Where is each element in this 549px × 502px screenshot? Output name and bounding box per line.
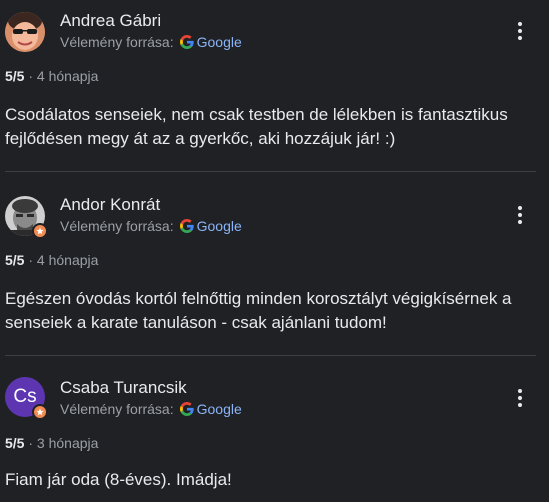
avatar-photo xyxy=(5,12,45,52)
review-card: Andrea Gábri Vélemény forrása: Google 5/… xyxy=(0,0,549,170)
review-source: Vélemény forrása: Google xyxy=(60,34,242,50)
google-link[interactable]: Google xyxy=(197,218,242,234)
review-age: 4 hónapja xyxy=(36,68,99,84)
dot-icon xyxy=(518,29,522,33)
rating-line: 5/5 · 3 hónapja xyxy=(5,435,98,451)
rating-line: 5/5 · 4 hónapja xyxy=(5,252,98,268)
dot-icon xyxy=(518,220,522,224)
review-age: 3 hónapja xyxy=(36,435,99,451)
review-card: Andor Konrát Vélemény forrása: Google 5/… xyxy=(0,184,549,354)
google-link[interactable]: Google xyxy=(197,34,242,50)
separator: · xyxy=(28,435,37,451)
reviewer-name[interactable]: Csaba Turancsik xyxy=(60,378,187,398)
reviewer-name[interactable]: Andor Konrát xyxy=(60,195,160,215)
local-guide-badge xyxy=(32,223,48,239)
source-label: Vélemény forrása: xyxy=(60,401,174,417)
divider xyxy=(5,355,536,356)
review-text: Csodálatos senseiek, nem csak testben de… xyxy=(5,105,508,148)
rating-score: 5/5 xyxy=(5,68,25,84)
rating-line: 5/5 · 4 hónapja xyxy=(5,68,98,84)
google-g-icon xyxy=(179,402,194,416)
avatar[interactable] xyxy=(5,12,45,52)
dot-icon xyxy=(518,36,522,40)
star-icon xyxy=(36,408,44,416)
local-guide-badge xyxy=(32,404,48,420)
avatar-initials-text: Cs xyxy=(13,386,37,407)
separator: · xyxy=(28,252,37,268)
more-options-button[interactable] xyxy=(508,386,532,410)
review-card: Cs Csaba Turancsik Vélemény forrása: Goo… xyxy=(0,368,549,502)
more-options-button[interactable] xyxy=(508,203,532,227)
dot-icon xyxy=(518,206,522,210)
dot-icon xyxy=(518,396,522,400)
review-text: Egészen óvodás kortól felnőttig minden k… xyxy=(5,289,512,332)
rating-score: 5/5 xyxy=(5,252,25,268)
divider xyxy=(5,171,536,172)
avatar[interactable] xyxy=(5,196,48,239)
source-label: Vélemény forrása: xyxy=(60,34,174,50)
google-g-icon xyxy=(179,219,194,233)
review-source: Vélemény forrása: Google xyxy=(60,401,242,417)
google-g-icon xyxy=(179,35,194,49)
rating-score: 5/5 xyxy=(5,435,25,451)
dot-icon xyxy=(518,389,522,393)
star-icon xyxy=(36,227,44,235)
separator: · xyxy=(28,68,37,84)
dot-icon xyxy=(518,22,522,26)
more-options-button[interactable] xyxy=(508,19,532,43)
dot-icon xyxy=(518,403,522,407)
review-source: Vélemény forrása: Google xyxy=(60,218,242,234)
avatar[interactable]: Cs xyxy=(5,377,48,420)
google-link[interactable]: Google xyxy=(197,401,242,417)
source-label: Vélemény forrása: xyxy=(60,218,174,234)
review-text: Fiam jár oda (8-éves). Imádja! xyxy=(5,470,232,489)
reviewer-name[interactable]: Andrea Gábri xyxy=(60,11,161,31)
dot-icon xyxy=(518,213,522,217)
review-age: 4 hónapja xyxy=(36,252,99,268)
